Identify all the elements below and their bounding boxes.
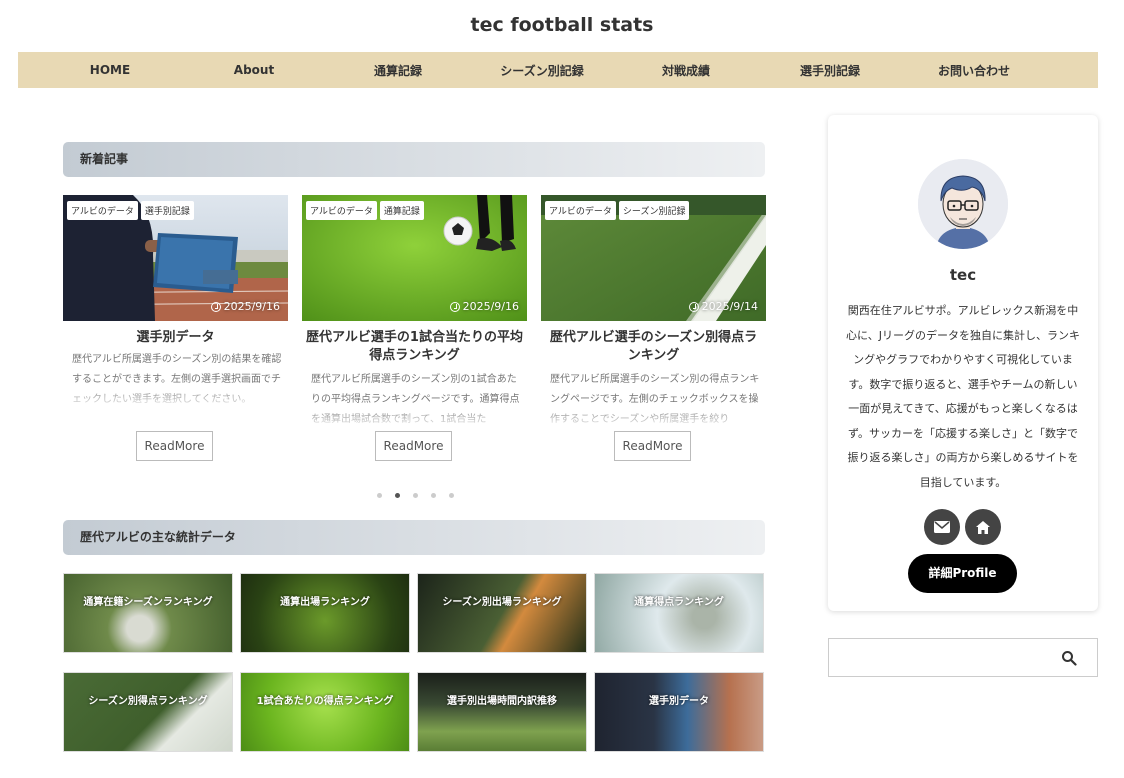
category-tag[interactable]: 選手別記録 <box>140 201 194 220</box>
article-card[interactable]: アルビのデータ シーズン別記録 2025/9/14 歴代アルビ選手のシーズン別得… <box>541 195 766 465</box>
article-title[interactable]: 選手別データ <box>67 329 284 347</box>
home-icon <box>976 520 990 534</box>
stats-heading: 歴代アルビの主な統計データ <box>63 520 765 555</box>
readmore-button[interactable]: ReadMore <box>375 431 452 461</box>
stat-tile[interactable]: 選手別出場時間内訳推移 <box>417 672 587 752</box>
tile-label: 選手別出場時間内訳推移 <box>447 696 557 707</box>
home-button[interactable] <box>965 509 1001 545</box>
search-input[interactable] <box>829 639 1054 676</box>
avatar <box>918 159 1008 249</box>
nav-contact[interactable]: お問い合わせ <box>902 62 1046 79</box>
slider-dot[interactable] <box>431 493 436 498</box>
new-articles-heading: 新着記事 <box>63 142 765 177</box>
category-tag[interactable]: アルビのデータ <box>67 201 138 220</box>
main-nav: HOME About 通算記録 シーズン別記録 対戦成績 選手別記録 お問い合わ… <box>18 52 1098 88</box>
stat-tile[interactable]: シーズン別出場ランキング <box>417 573 587 653</box>
nav-match-results[interactable]: 対戦成績 <box>614 62 758 79</box>
article-thumbnail[interactable]: アルビのデータ 通算記録 2025/9/16 <box>302 195 527 321</box>
article-card[interactable]: アルビのデータ 通算記録 2025/9/16 歴代アルビ選手の1試合当たりの平均… <box>302 195 527 465</box>
article-card[interactable]: アルビのデータ 選手別記録 2025/9/16 選手別データ 歴代アルビ所属選手… <box>63 195 288 465</box>
category-tag[interactable]: アルビのデータ <box>545 201 616 220</box>
slider-dot[interactable] <box>449 493 454 498</box>
tile-label: 通算在籍シーズンランキング <box>83 597 213 608</box>
article-excerpt: 歴代アルビ所属選手のシーズン別の結果を確認することができます。左側の選手選択画面… <box>72 354 282 405</box>
stat-tile[interactable]: 通算在籍シーズンランキング <box>63 573 233 653</box>
nav-about[interactable]: About <box>182 63 326 77</box>
clock-icon <box>449 301 460 312</box>
readmore-button[interactable]: ReadMore <box>136 431 213 461</box>
nav-season-records[interactable]: シーズン別記録 <box>470 62 614 79</box>
site-title[interactable]: tec football stats <box>0 14 1124 36</box>
stat-tile[interactable]: 1試合あたりの得点ランキング <box>240 672 410 752</box>
profile-card: tec 関西在住アルビサポ。アルビレックス新潟を中心に、Jリーグのデータを独自に… <box>828 115 1098 611</box>
date-text: 2025/9/16 <box>223 300 280 313</box>
article-date: 2025/9/16 <box>210 300 280 313</box>
nav-home[interactable]: HOME <box>38 63 182 77</box>
search-form <box>828 638 1098 677</box>
profile-name: tec <box>949 266 977 284</box>
tile-label: 通算得点ランキング <box>634 597 724 608</box>
article-title[interactable]: 歴代アルビ選手のシーズン別得点ランキング <box>545 329 762 365</box>
tile-label: 選手別データ <box>649 696 709 707</box>
article-tags: アルビのデータ 通算記録 <box>306 201 424 220</box>
date-text: 2025/9/14 <box>701 300 758 313</box>
article-date: 2025/9/16 <box>449 300 519 313</box>
category-tag[interactable]: 通算記録 <box>379 201 424 220</box>
search-icon <box>1062 651 1077 666</box>
article-tags: アルビのデータ 選手別記録 <box>67 201 194 220</box>
date-text: 2025/9/16 <box>462 300 519 313</box>
article-thumbnail[interactable]: アルビのデータ シーズン別記録 2025/9/14 <box>541 195 766 321</box>
nav-player-records[interactable]: 選手別記録 <box>758 62 902 79</box>
stat-tile[interactable]: シーズン別得点ランキング <box>63 672 233 752</box>
tile-label: シーズン別得点ランキング <box>88 696 208 707</box>
readmore-button[interactable]: ReadMore <box>614 431 691 461</box>
profile-detail-button[interactable]: 詳細Profile <box>908 554 1017 593</box>
slider-dot[interactable] <box>377 493 382 498</box>
nav-total-records[interactable]: 通算記録 <box>326 62 470 79</box>
stat-tile[interactable]: 選手別データ <box>594 672 764 752</box>
article-excerpt: 歴代アルビ所属選手のシーズン別の1試合あたりの平均得点ランキングページです。通算… <box>311 374 520 425</box>
stat-tile[interactable]: 通算得点ランキング <box>594 573 764 653</box>
tile-label: 通算出場ランキング <box>280 597 370 608</box>
stat-tile[interactable]: 通算出場ランキング <box>240 573 410 653</box>
slider-pagination <box>377 493 454 498</box>
article-tags: アルビのデータ シーズン別記録 <box>545 201 690 220</box>
clock-icon <box>688 301 699 312</box>
search-button[interactable] <box>1061 650 1077 666</box>
category-tag[interactable]: シーズン別記録 <box>618 201 690 220</box>
slider-dot-active[interactable] <box>395 493 400 498</box>
article-excerpt: 歴代アルビ所属選手のシーズン別の得点ランキングページです。左側のチェックボックス… <box>550 374 760 425</box>
tile-label: 1試合あたりの得点ランキング <box>256 696 394 707</box>
clock-icon <box>210 301 221 312</box>
mail-button[interactable] <box>924 509 960 545</box>
article-title[interactable]: 歴代アルビ選手の1試合当たりの平均得点ランキング <box>306 329 523 365</box>
article-date: 2025/9/14 <box>688 300 758 313</box>
mail-icon <box>934 521 950 533</box>
tile-label: シーズン別出場ランキング <box>442 597 562 608</box>
article-thumbnail[interactable]: アルビのデータ 選手別記録 2025/9/16 <box>63 195 288 321</box>
category-tag[interactable]: アルビのデータ <box>306 201 377 220</box>
profile-bio: 関西在住アルビサポ。アルビレックス新潟を中心に、Jリーグのデータを独自に集計し、… <box>846 304 1080 489</box>
slider-dot[interactable] <box>413 493 418 498</box>
